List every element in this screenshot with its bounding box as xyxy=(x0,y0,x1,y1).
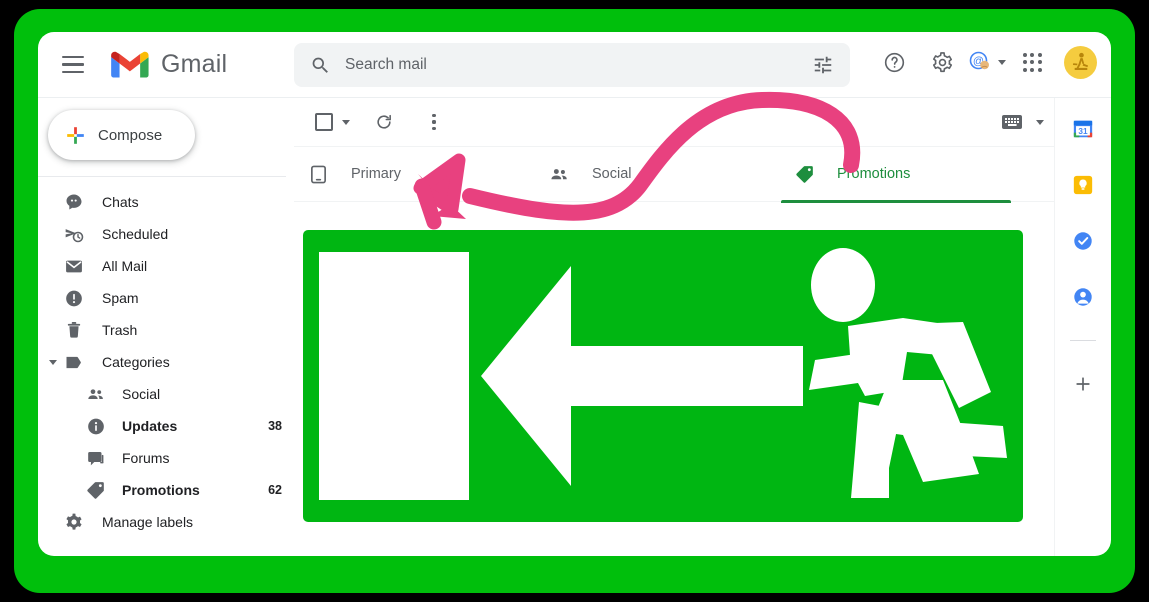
inbox-tab-icon xyxy=(308,164,329,185)
avatar[interactable] xyxy=(1064,45,1097,79)
sidebar-item-label: Forums xyxy=(122,450,170,466)
tab-active-underline xyxy=(781,200,1011,203)
gmail-logo[interactable]: Gmail xyxy=(111,50,227,79)
tag-icon xyxy=(86,480,106,500)
google-contacts-icon[interactable] xyxy=(1066,280,1100,314)
sidebar-item-count: 62 xyxy=(268,483,282,497)
chat-bubble-icon xyxy=(64,192,84,212)
search-input[interactable] xyxy=(345,56,812,74)
chevron-down-icon[interactable] xyxy=(342,119,350,125)
compose-button[interactable]: Compose xyxy=(48,110,195,160)
header-actions: @ xyxy=(872,40,1101,84)
device-frame: Gmail Search mail @ Compose Chats Schedu… xyxy=(0,0,1149,602)
tab-label: Primary xyxy=(351,166,401,182)
help-circle-icon[interactable] xyxy=(872,40,916,84)
spam-alert-icon xyxy=(64,288,84,309)
sidebar-item-scheduled[interactable]: Scheduled xyxy=(38,218,294,250)
sidebar-item-label: Trash xyxy=(102,322,138,338)
search-bar[interactable] xyxy=(294,43,850,87)
sidebar-item-all-mail[interactable]: All Mail xyxy=(38,250,294,282)
gear-icon[interactable] xyxy=(920,40,964,84)
forum-icon xyxy=(86,448,106,469)
svg-text:31: 31 xyxy=(1078,127,1088,136)
category-tabs: Primary Social Promotions xyxy=(294,146,1054,203)
add-panel-plus-icon[interactable] xyxy=(1066,367,1100,401)
apps-grid-icon[interactable] xyxy=(1010,40,1054,84)
google-tasks-icon[interactable] xyxy=(1066,224,1100,258)
sidebar-item-categories[interactable]: Categories xyxy=(38,346,294,378)
tab-social[interactable]: Social xyxy=(535,146,781,202)
chevron-down-icon[interactable] xyxy=(1036,119,1044,125)
mail-stack-icon xyxy=(64,256,84,277)
side-panel-rail: 31 xyxy=(1054,98,1111,556)
toolbar-right xyxy=(994,104,1044,140)
sidebar-item-label: Categories xyxy=(102,354,170,370)
refresh-icon[interactable] xyxy=(366,104,402,140)
expand-caret-icon[interactable] xyxy=(49,359,57,365)
sidebar: Compose Chats Scheduled All Mail Spam Trash C… xyxy=(38,98,294,556)
people-icon xyxy=(86,384,106,405)
gear-icon xyxy=(64,512,84,532)
compose-label: Compose xyxy=(98,126,163,144)
sidebar-item-label: Manage labels xyxy=(102,514,194,530)
at-mention-icon[interactable]: @ xyxy=(968,50,1006,74)
plus-icon xyxy=(65,125,86,146)
sidebar-item-forums[interactable]: Forums xyxy=(38,442,294,474)
tab-primary[interactable]: Primary xyxy=(294,146,535,202)
sidebar-item-label: Scheduled xyxy=(102,226,169,242)
app-title: Gmail xyxy=(161,50,228,78)
tab-label: Promotions xyxy=(837,166,911,182)
keyboard-icon[interactable] xyxy=(994,104,1030,140)
app-header: Gmail Search mail @ xyxy=(38,32,1111,97)
sidebar-nav: Chats Scheduled All Mail Spam Trash Categorie… xyxy=(38,186,294,538)
sidebar-divider xyxy=(38,176,286,177)
tag-icon xyxy=(795,164,815,184)
google-calendar-icon[interactable]: 31 xyxy=(1066,112,1100,146)
select-all-control[interactable] xyxy=(306,104,350,140)
sidebar-item-spam[interactable]: Spam xyxy=(38,282,294,314)
app-body: Compose Chats Scheduled All Mail Spam Trash C… xyxy=(38,97,1111,556)
people-icon xyxy=(549,164,570,185)
tune-filter-icon[interactable] xyxy=(812,54,834,76)
sidebar-item-label: Updates xyxy=(122,418,178,434)
gmail-window: Gmail Search mail @ Compose Chats Schedu… xyxy=(38,32,1111,556)
emergency-exit-sign xyxy=(303,230,1023,522)
sidebar-item-chats[interactable]: Chats xyxy=(38,186,294,218)
chevron-down-icon xyxy=(998,59,1006,65)
checkbox-icon[interactable] xyxy=(306,104,342,140)
exit-sign-graphic xyxy=(303,230,1023,522)
info-circle-icon xyxy=(86,416,106,437)
label-tag-icon xyxy=(64,352,84,373)
trash-icon xyxy=(64,320,84,340)
message-list-pane: Primary Social Promotions xyxy=(294,98,1054,556)
rail-divider xyxy=(1070,340,1096,341)
sidebar-item-manage-labels[interactable]: Manage labels xyxy=(38,506,294,538)
hamburger-icon[interactable] xyxy=(49,41,97,89)
scheduled-send-icon xyxy=(64,224,84,245)
sidebar-item-social[interactable]: Social xyxy=(38,378,294,410)
list-toolbar xyxy=(294,98,1054,146)
sidebar-item-trash[interactable]: Trash xyxy=(38,314,294,346)
sidebar-item-label: Spam xyxy=(102,290,139,306)
sidebar-item-promotions[interactable]: Promotions 62 xyxy=(38,474,294,506)
tab-promotions[interactable]: Promotions xyxy=(781,146,1011,203)
tab-label: Social xyxy=(592,166,632,182)
sidebar-item-label: All Mail xyxy=(102,258,148,274)
sidebar-item-label: Social xyxy=(122,386,161,402)
google-keep-icon[interactable] xyxy=(1066,168,1100,202)
gmail-logo-icon xyxy=(111,51,149,78)
search-icon xyxy=(310,55,331,76)
sidebar-item-count: 38 xyxy=(268,419,282,433)
sidebar-item-label: Chats xyxy=(102,194,139,210)
sidebar-item-updates[interactable]: Updates 38 xyxy=(38,410,294,442)
sidebar-item-label: Promotions xyxy=(122,482,200,498)
more-vertical-icon[interactable] xyxy=(416,104,452,140)
